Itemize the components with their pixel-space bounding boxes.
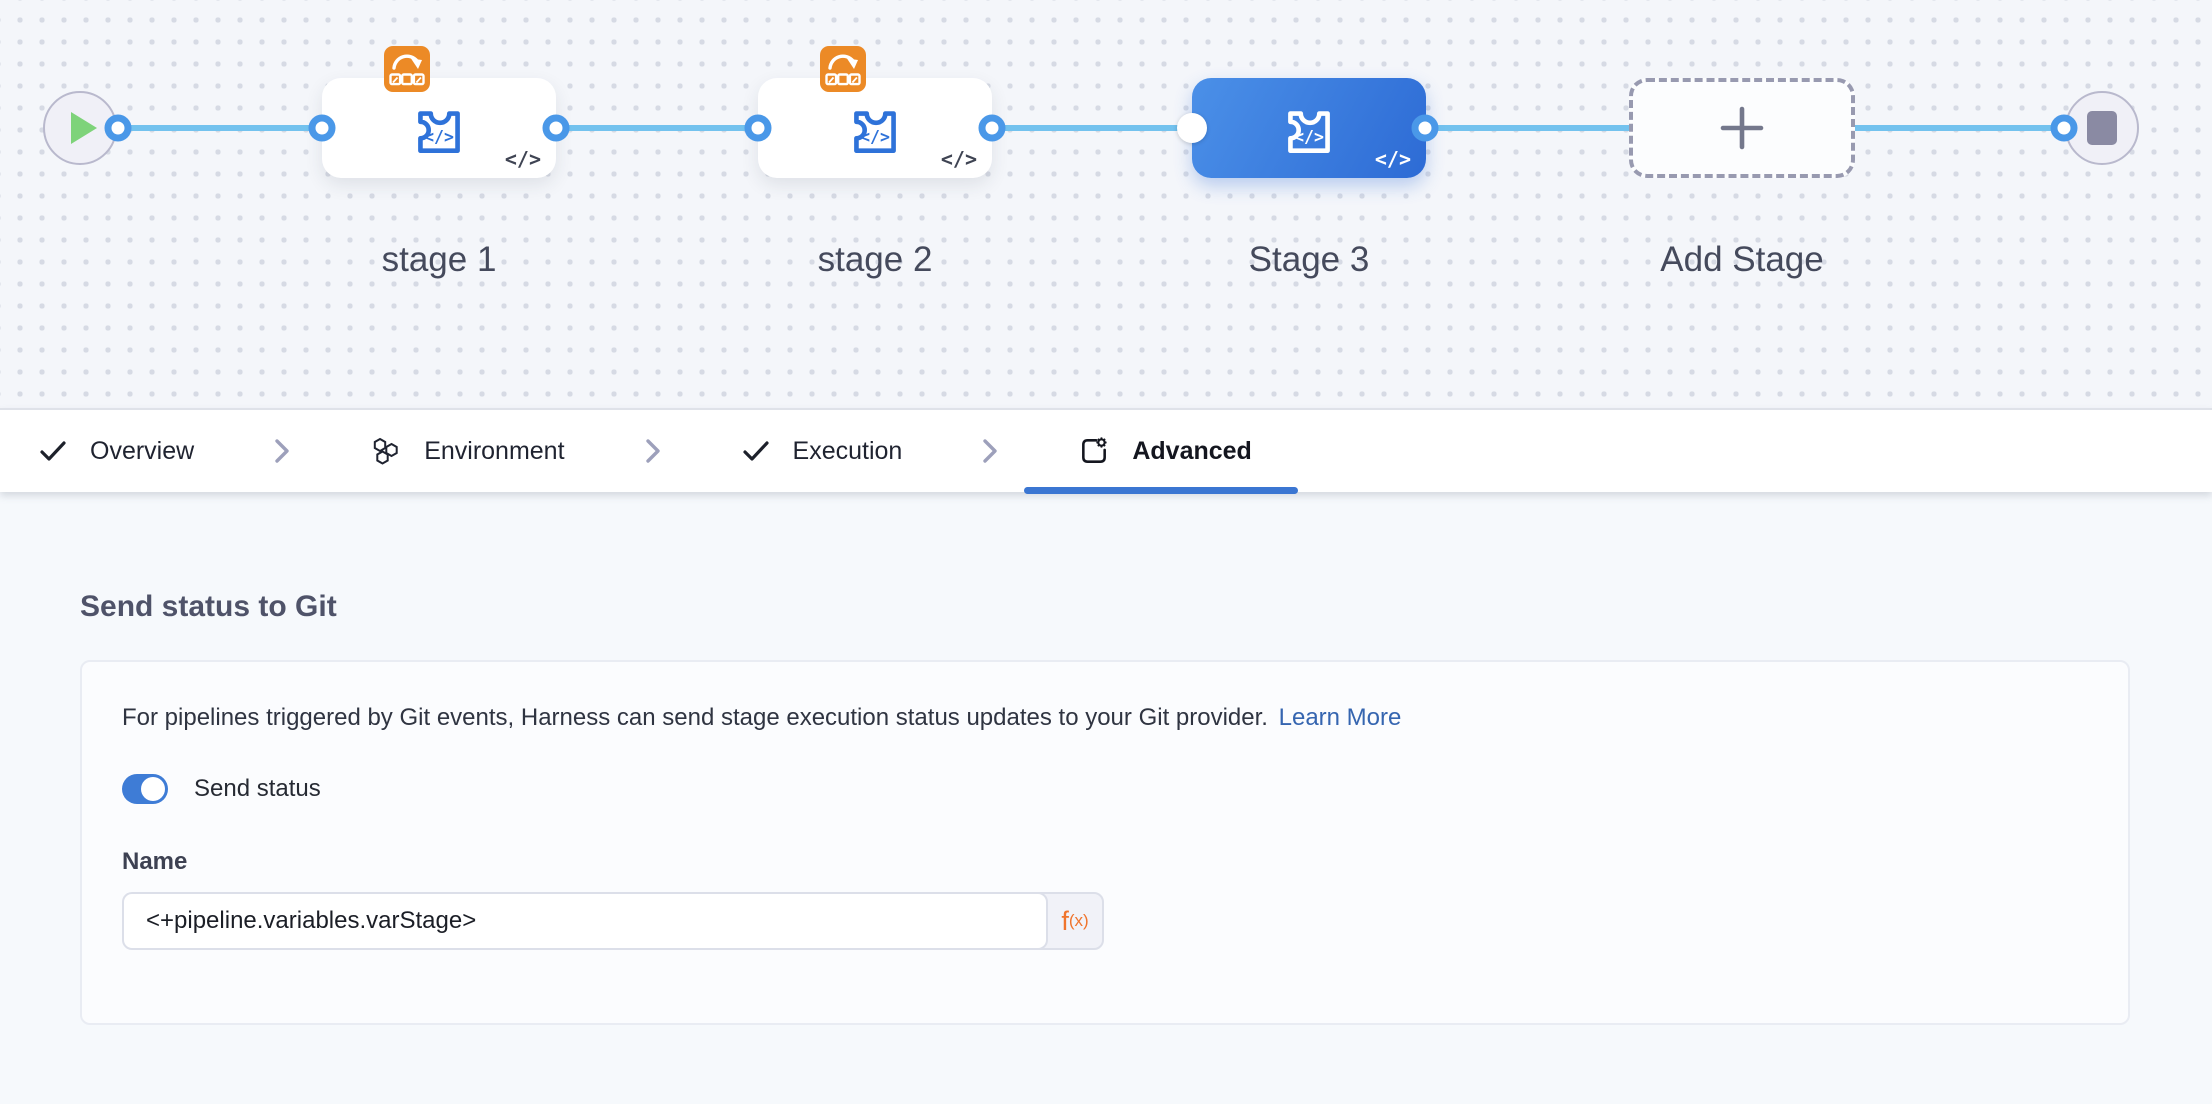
tab-overview[interactable]: Overview [38, 410, 194, 492]
check-icon [741, 436, 771, 466]
pipeline-canvas[interactable]: </> </> </> </> </> </> [0, 0, 2212, 408]
fx-sub: (x) [1069, 911, 1089, 931]
yaml-code-icon: </> [1375, 147, 1411, 171]
port-dot[interactable] [979, 115, 1006, 142]
port-dot[interactable] [543, 115, 570, 142]
description-body: For pipelines triggered by Git events, H… [122, 704, 1268, 731]
stage-label: stage 2 [758, 240, 992, 280]
tab-label: Execution [793, 437, 903, 466]
stage-node-3-selected[interactable]: </> </> [1192, 78, 1426, 178]
tab-environment[interactable]: Environment [370, 410, 564, 492]
plus-icon [1716, 102, 1768, 154]
toggle-knob [141, 777, 165, 801]
add-stage-label: Add Stage [1629, 240, 1855, 280]
stop-icon [2087, 111, 2117, 145]
play-icon [71, 112, 97, 144]
name-field-label: Name [122, 848, 2088, 876]
advanced-panel: Send status to Git For pipelines trigger… [0, 492, 2212, 1104]
port-dot[interactable] [309, 115, 336, 142]
fx-f: f [1061, 906, 1069, 937]
toggle-label: Send status [194, 775, 321, 803]
name-input[interactable] [122, 892, 1048, 950]
active-tab-underline [1024, 487, 1297, 494]
yaml-code-icon: </> [505, 147, 541, 171]
port-dot[interactable] [745, 115, 772, 142]
custom-stage-icon: </> [842, 95, 908, 161]
chevron-right-icon [268, 436, 296, 466]
custom-stage-icon: </> [406, 95, 472, 161]
send-status-card: For pipelines triggered by Git events, H… [80, 660, 2130, 1025]
hexagons-environment-icon [370, 435, 402, 467]
tab-label: Environment [424, 437, 564, 466]
rollback-badge-icon [384, 46, 430, 92]
send-status-toggle[interactable] [122, 774, 168, 804]
port-dot[interactable] [2051, 115, 2078, 142]
tab-advanced[interactable]: Advanced [1078, 410, 1251, 492]
rollback-badge-icon [820, 46, 866, 92]
port-dot[interactable] [1412, 115, 1439, 142]
stage-label: Stage 3 [1192, 240, 1426, 280]
svg-text:</>: </> [1294, 127, 1324, 146]
stage-node-1[interactable]: </> </> [322, 78, 556, 178]
chevron-right-icon [639, 436, 667, 466]
tab-label: Overview [90, 437, 194, 466]
svg-text:</>: </> [424, 127, 454, 146]
tab-label: Advanced [1132, 437, 1251, 466]
learn-more-link[interactable]: Learn More [1279, 704, 1402, 731]
stage-node-2[interactable]: </> </> [758, 78, 992, 178]
advanced-settings-icon [1078, 435, 1110, 467]
svg-text:</>: </> [860, 127, 890, 146]
description-text: For pipelines triggered by Git events, H… [122, 704, 2088, 732]
chevron-right-icon [976, 436, 1004, 466]
stage-config-tabbar: Overview Environment Execution Advanced [0, 408, 2212, 492]
port-dot[interactable] [1177, 113, 1207, 143]
section-title: Send status to Git [0, 492, 2212, 624]
add-stage-button[interactable] [1629, 78, 1855, 178]
stage-label: stage 1 [322, 240, 556, 280]
yaml-code-icon: </> [941, 147, 977, 171]
custom-stage-icon: </> [1276, 95, 1342, 161]
port-dot[interactable] [105, 115, 132, 142]
check-icon [38, 436, 68, 466]
tab-execution[interactable]: Execution [741, 410, 903, 492]
